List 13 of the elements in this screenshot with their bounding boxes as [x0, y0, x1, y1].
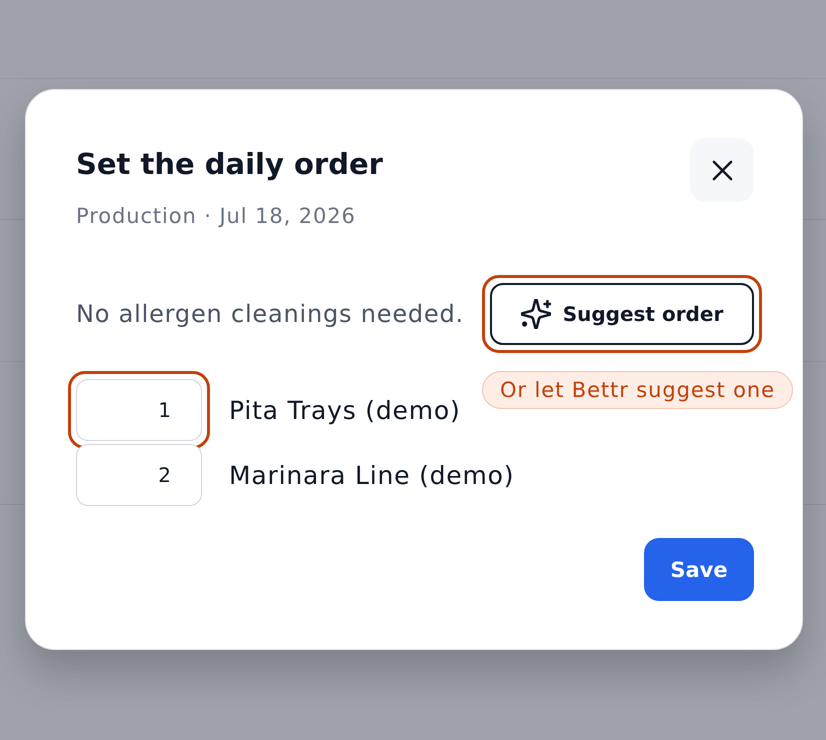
position-field[interactable]: 1 [76, 379, 202, 441]
dialog-subtitle: Production · Jul 18, 2026 [76, 203, 357, 230]
save-button[interactable]: Save [644, 538, 754, 601]
line-name: Marinara Line (demo) [229, 460, 514, 490]
status-message: No allergen cleanings needed. [76, 299, 464, 329]
line-name: Pita Trays (demo) [229, 396, 461, 424]
dialog-title: Set the daily order [76, 146, 383, 183]
close-icon [712, 160, 732, 180]
hint-badge: Or let Bettr suggest one [482, 371, 793, 409]
close-button[interactable] [690, 138, 754, 202]
sparkle-icon [520, 299, 551, 329]
position-field[interactable]: 2 [76, 444, 202, 506]
suggest-order-button[interactable]: Suggest order [490, 283, 754, 345]
